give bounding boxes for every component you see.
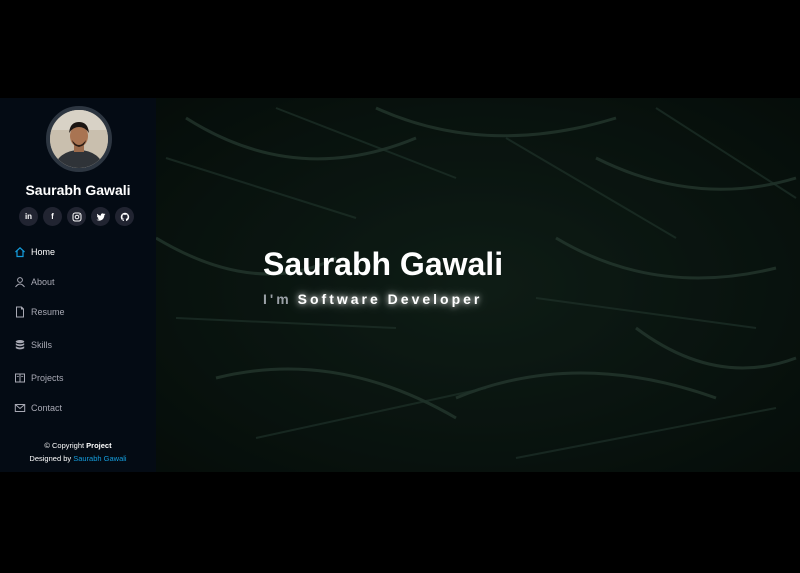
file-icon [14, 306, 26, 318]
subtitle-role: Software Developer [297, 291, 483, 307]
hero-title: Saurabh Gawali [263, 246, 504, 282]
twitter-icon[interactable] [91, 207, 110, 226]
nav-item-about[interactable]: About [14, 276, 55, 288]
linkedin-label: in [24, 212, 33, 221]
nav-label-projects: Projects [31, 373, 64, 383]
sidebar: Saurabh Gawali in f Home About Resume Sk… [0, 98, 156, 472]
profile-name: Saurabh Gawali [25, 182, 131, 198]
copyright-prefix: © Copyright [44, 441, 87, 450]
designed-prefix: Designed by [29, 454, 74, 463]
copyright-name: Project [86, 441, 112, 450]
fern-background [156, 98, 800, 472]
sidebar-footer: © Copyright Project Designed by Saurabh … [0, 439, 156, 465]
nav-item-contact[interactable]: Contact [14, 402, 62, 414]
nav-label-skills: Skills [31, 340, 53, 350]
github-icon[interactable] [115, 207, 134, 226]
home-icon [14, 246, 26, 258]
envelope-icon [14, 402, 26, 414]
nav-label-home: Home [31, 247, 56, 257]
book-icon [14, 372, 26, 384]
hero-section: Saurabh Gawali I'm Software Developer [156, 98, 800, 472]
linkedin-icon[interactable]: in [19, 207, 38, 226]
designer-link[interactable]: Saurabh Gawali [73, 454, 126, 463]
hero-subtitle: I'm Software Developer [263, 291, 482, 307]
subtitle-prefix: I'm [263, 291, 292, 307]
copyright-line: © Copyright Project [0, 439, 156, 452]
user-icon [14, 276, 26, 288]
credits-line: Designed by Saurabh Gawali [0, 452, 156, 465]
social-links: in f [19, 207, 134, 226]
facebook-icon[interactable]: f [43, 207, 62, 226]
nav-item-projects[interactable]: Projects [14, 372, 64, 384]
facebook-label: f [51, 212, 54, 221]
nav-item-resume[interactable]: Resume [14, 306, 65, 318]
avatar [46, 106, 112, 172]
database-icon [14, 339, 26, 351]
nav-item-home[interactable]: Home [14, 246, 55, 258]
nav-label-contact: Contact [31, 403, 63, 413]
nav-label-about: About [31, 277, 55, 287]
nav-item-skills[interactable]: Skills [14, 339, 52, 351]
instagram-icon[interactable] [67, 207, 86, 226]
page-frame: Saurabh Gawali in f Home About Resume Sk… [0, 98, 800, 472]
nav-label-resume: Resume [31, 307, 65, 317]
